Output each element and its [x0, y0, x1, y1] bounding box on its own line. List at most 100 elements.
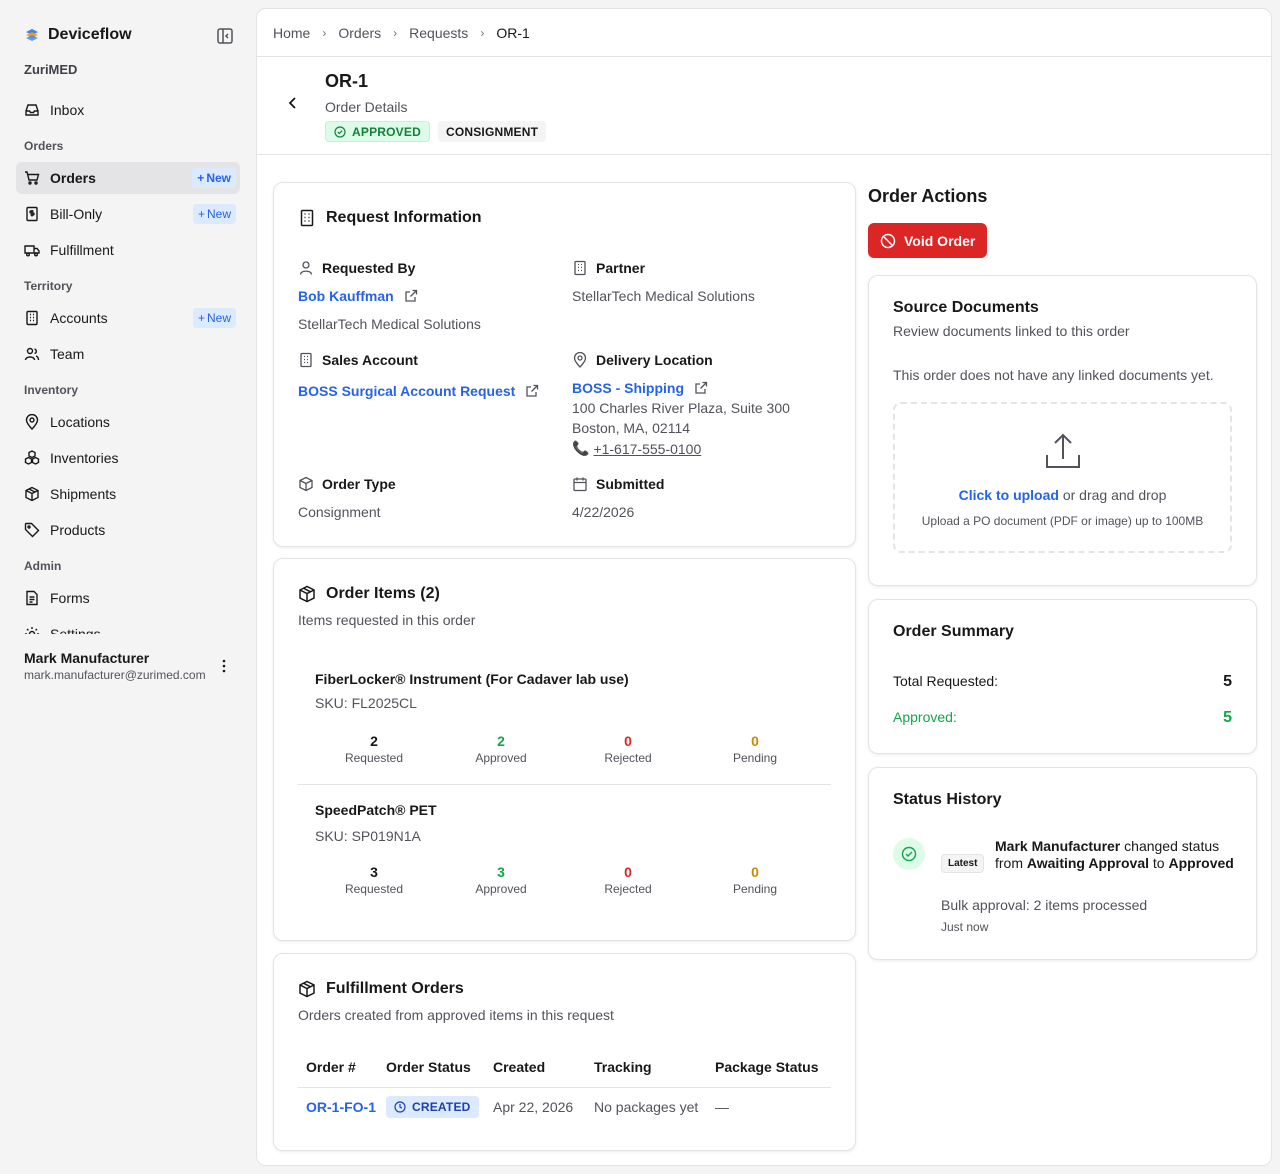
sidebar-item-locations[interactable]: Locations: [16, 406, 240, 438]
fulfillment-order-link[interactable]: OR-1-FO-1: [306, 1099, 376, 1115]
button-label: Void Order: [904, 232, 976, 249]
upload-hint: Upload a PO document (PDF or image) up t…: [921, 514, 1204, 528]
stat-approved: 3 Approved: [446, 864, 556, 896]
sidebar-item-label: Forms: [50, 590, 90, 606]
sidebar-item-shipments[interactable]: Shipments: [16, 478, 240, 510]
column-header[interactable]: Order Status: [386, 1047, 493, 1088]
cart-icon: [25, 171, 40, 185]
org-name: ZuriMED: [24, 62, 78, 77]
delivery-location-label: Delivery Location: [572, 352, 713, 368]
stat-approved: 2 Approved: [446, 733, 556, 765]
sidebar-item-label: Fulfillment: [50, 242, 114, 258]
stat-label: Pending: [732, 882, 778, 896]
stat-value: 0: [624, 733, 632, 749]
submitted-label: Submitted: [572, 476, 664, 492]
partner-value: StellarTech Medical Solutions: [572, 288, 755, 304]
upload-dropzone[interactable]: Click to upload or drag and drop Upload …: [893, 402, 1232, 553]
item-sku: SKU: SP019N1A: [315, 828, 421, 844]
sidebar-item-label: Shipments: [50, 486, 117, 502]
truck-icon: [24, 245, 40, 257]
sidebar-item-settings[interactable]: Settings: [16, 618, 240, 634]
new-label: New: [206, 311, 231, 325]
column-header[interactable]: Tracking: [594, 1047, 715, 1088]
building-icon: [26, 310, 38, 326]
history-note: Bulk approval: 2 items processed: [941, 897, 1148, 913]
status-text: CREATED: [412, 1100, 471, 1115]
new-bill-only-button[interactable]: + New: [192, 204, 236, 224]
upload-rest-text: or drag and drop: [1062, 487, 1167, 503]
stat-label: Rejected: [604, 882, 652, 896]
map-pin-icon: [573, 352, 587, 368]
link-text: Bob Kauffman: [298, 288, 394, 304]
sidebar-item-label: Accounts: [50, 310, 108, 326]
history-entry-text: Mark Manufacturer changed status from Aw…: [995, 838, 1235, 872]
card-title: Status History: [893, 791, 1002, 808]
stat-value: 0: [751, 733, 759, 749]
stat-label: Requested: [344, 751, 404, 765]
card-subtitle: Items requested in this order: [298, 612, 476, 628]
user-menu[interactable]: Mark Manufacturer mark.manufacturer@zuri…: [24, 650, 240, 682]
main-panel: Home › Orders › Requests › OR-1 OR-1 Ord…: [256, 8, 1272, 1166]
card-header: Request Information: [298, 209, 482, 227]
order-type-value: Consignment: [298, 504, 381, 520]
sidebar: Deviceflow ZuriMED Inbox Orders Orders +…: [0, 0, 256, 1174]
item-name: FiberLocker® Instrument (For Cadaver lab…: [315, 671, 629, 687]
new-order-button[interactable]: + New: [192, 168, 236, 188]
requested-by-link[interactable]: Bob Kauffman: [298, 288, 418, 304]
approved-value: 5: [1223, 709, 1232, 726]
brand[interactable]: Deviceflow: [24, 26, 132, 44]
sidebar-item-inventories[interactable]: Inventories: [16, 442, 240, 474]
stat-value: 0: [624, 864, 632, 880]
phone-link[interactable]: +1-617-555-0100: [593, 441, 701, 457]
partner-label: Partner: [572, 260, 645, 276]
sidebar-item-label: Inbox: [50, 102, 85, 118]
total-requested-label: Total Requested:: [893, 673, 999, 689]
card-header: Order Items (2): [298, 585, 440, 603]
sales-account-label: Sales Account: [298, 352, 418, 368]
sales-account-link[interactable]: BOSS Surgical Account Request: [298, 383, 539, 399]
void-order-button[interactable]: Void Order: [868, 223, 988, 258]
requested-by-org: StellarTech Medical Solutions: [298, 316, 481, 332]
delivery-phone: 📞 +1-617-555-0100: [572, 440, 701, 457]
stat-value: 3: [370, 864, 378, 880]
click-to-upload-link[interactable]: Click to upload: [959, 487, 1059, 503]
sidebar-item-products[interactable]: Products: [16, 514, 240, 546]
ban-icon: [880, 233, 896, 248]
sidebar-item-team[interactable]: Team: [16, 338, 240, 370]
sidebar-item-accounts[interactable]: Accounts + New: [16, 302, 240, 334]
phone-icon: 📞: [572, 440, 590, 456]
breadcrumb-home[interactable]: Home: [273, 25, 310, 41]
package-icon: [299, 585, 315, 603]
breadcrumb-requests[interactable]: Requests: [409, 25, 468, 41]
sidebar-item-orders[interactable]: Orders + New: [16, 162, 240, 194]
package-status-cell: —: [715, 1099, 729, 1116]
breadcrumb-orders[interactable]: Orders: [338, 25, 381, 41]
new-account-button[interactable]: + New: [192, 308, 236, 328]
stat-label: Approved: [475, 751, 527, 765]
map-pin-icon: [25, 414, 39, 430]
column-header[interactable]: Created: [493, 1047, 594, 1088]
column-header[interactable]: Order #: [298, 1047, 386, 1088]
nav-section-admin: Admin: [24, 559, 62, 573]
sidebar-toggle-icon[interactable]: [216, 27, 234, 45]
breadcrumb: Home › Orders › Requests › OR-1: [257, 9, 1271, 57]
sidebar-item-label: Bill-Only: [50, 206, 103, 222]
table-row[interactable]: OR-1-FO-1 CREATED Apr 22, 2026 No packag…: [298, 1087, 831, 1127]
chevron-left-icon[interactable]: [285, 95, 301, 111]
sidebar-item-bill-only[interactable]: Bill-Only + New: [16, 198, 240, 230]
sidebar-item-forms[interactable]: Forms: [16, 582, 240, 614]
check-circle-icon: [334, 125, 346, 138]
user-email: mark.manufacturer@zurimed.com: [24, 668, 206, 682]
order-status-badge: CREATED: [386, 1096, 479, 1119]
sidebar-item-inbox[interactable]: Inbox: [16, 94, 240, 126]
empty-state-text: This order does not have any linked docu…: [893, 367, 1214, 383]
sidebar-item-fulfillment[interactable]: Fulfillment: [16, 234, 240, 266]
column-header[interactable]: Package Status: [715, 1047, 831, 1088]
more-vertical-icon[interactable]: [216, 658, 232, 674]
card-subtitle: Orders created from approved items in th…: [298, 1007, 614, 1023]
order-actions-title: Order Actions: [868, 186, 988, 206]
card-title: Order Summary: [893, 623, 1014, 640]
inbox-icon: [25, 104, 39, 116]
stat-pending: 0 Pending: [700, 733, 810, 765]
delivery-location-link[interactable]: BOSS - Shipping: [572, 380, 708, 396]
